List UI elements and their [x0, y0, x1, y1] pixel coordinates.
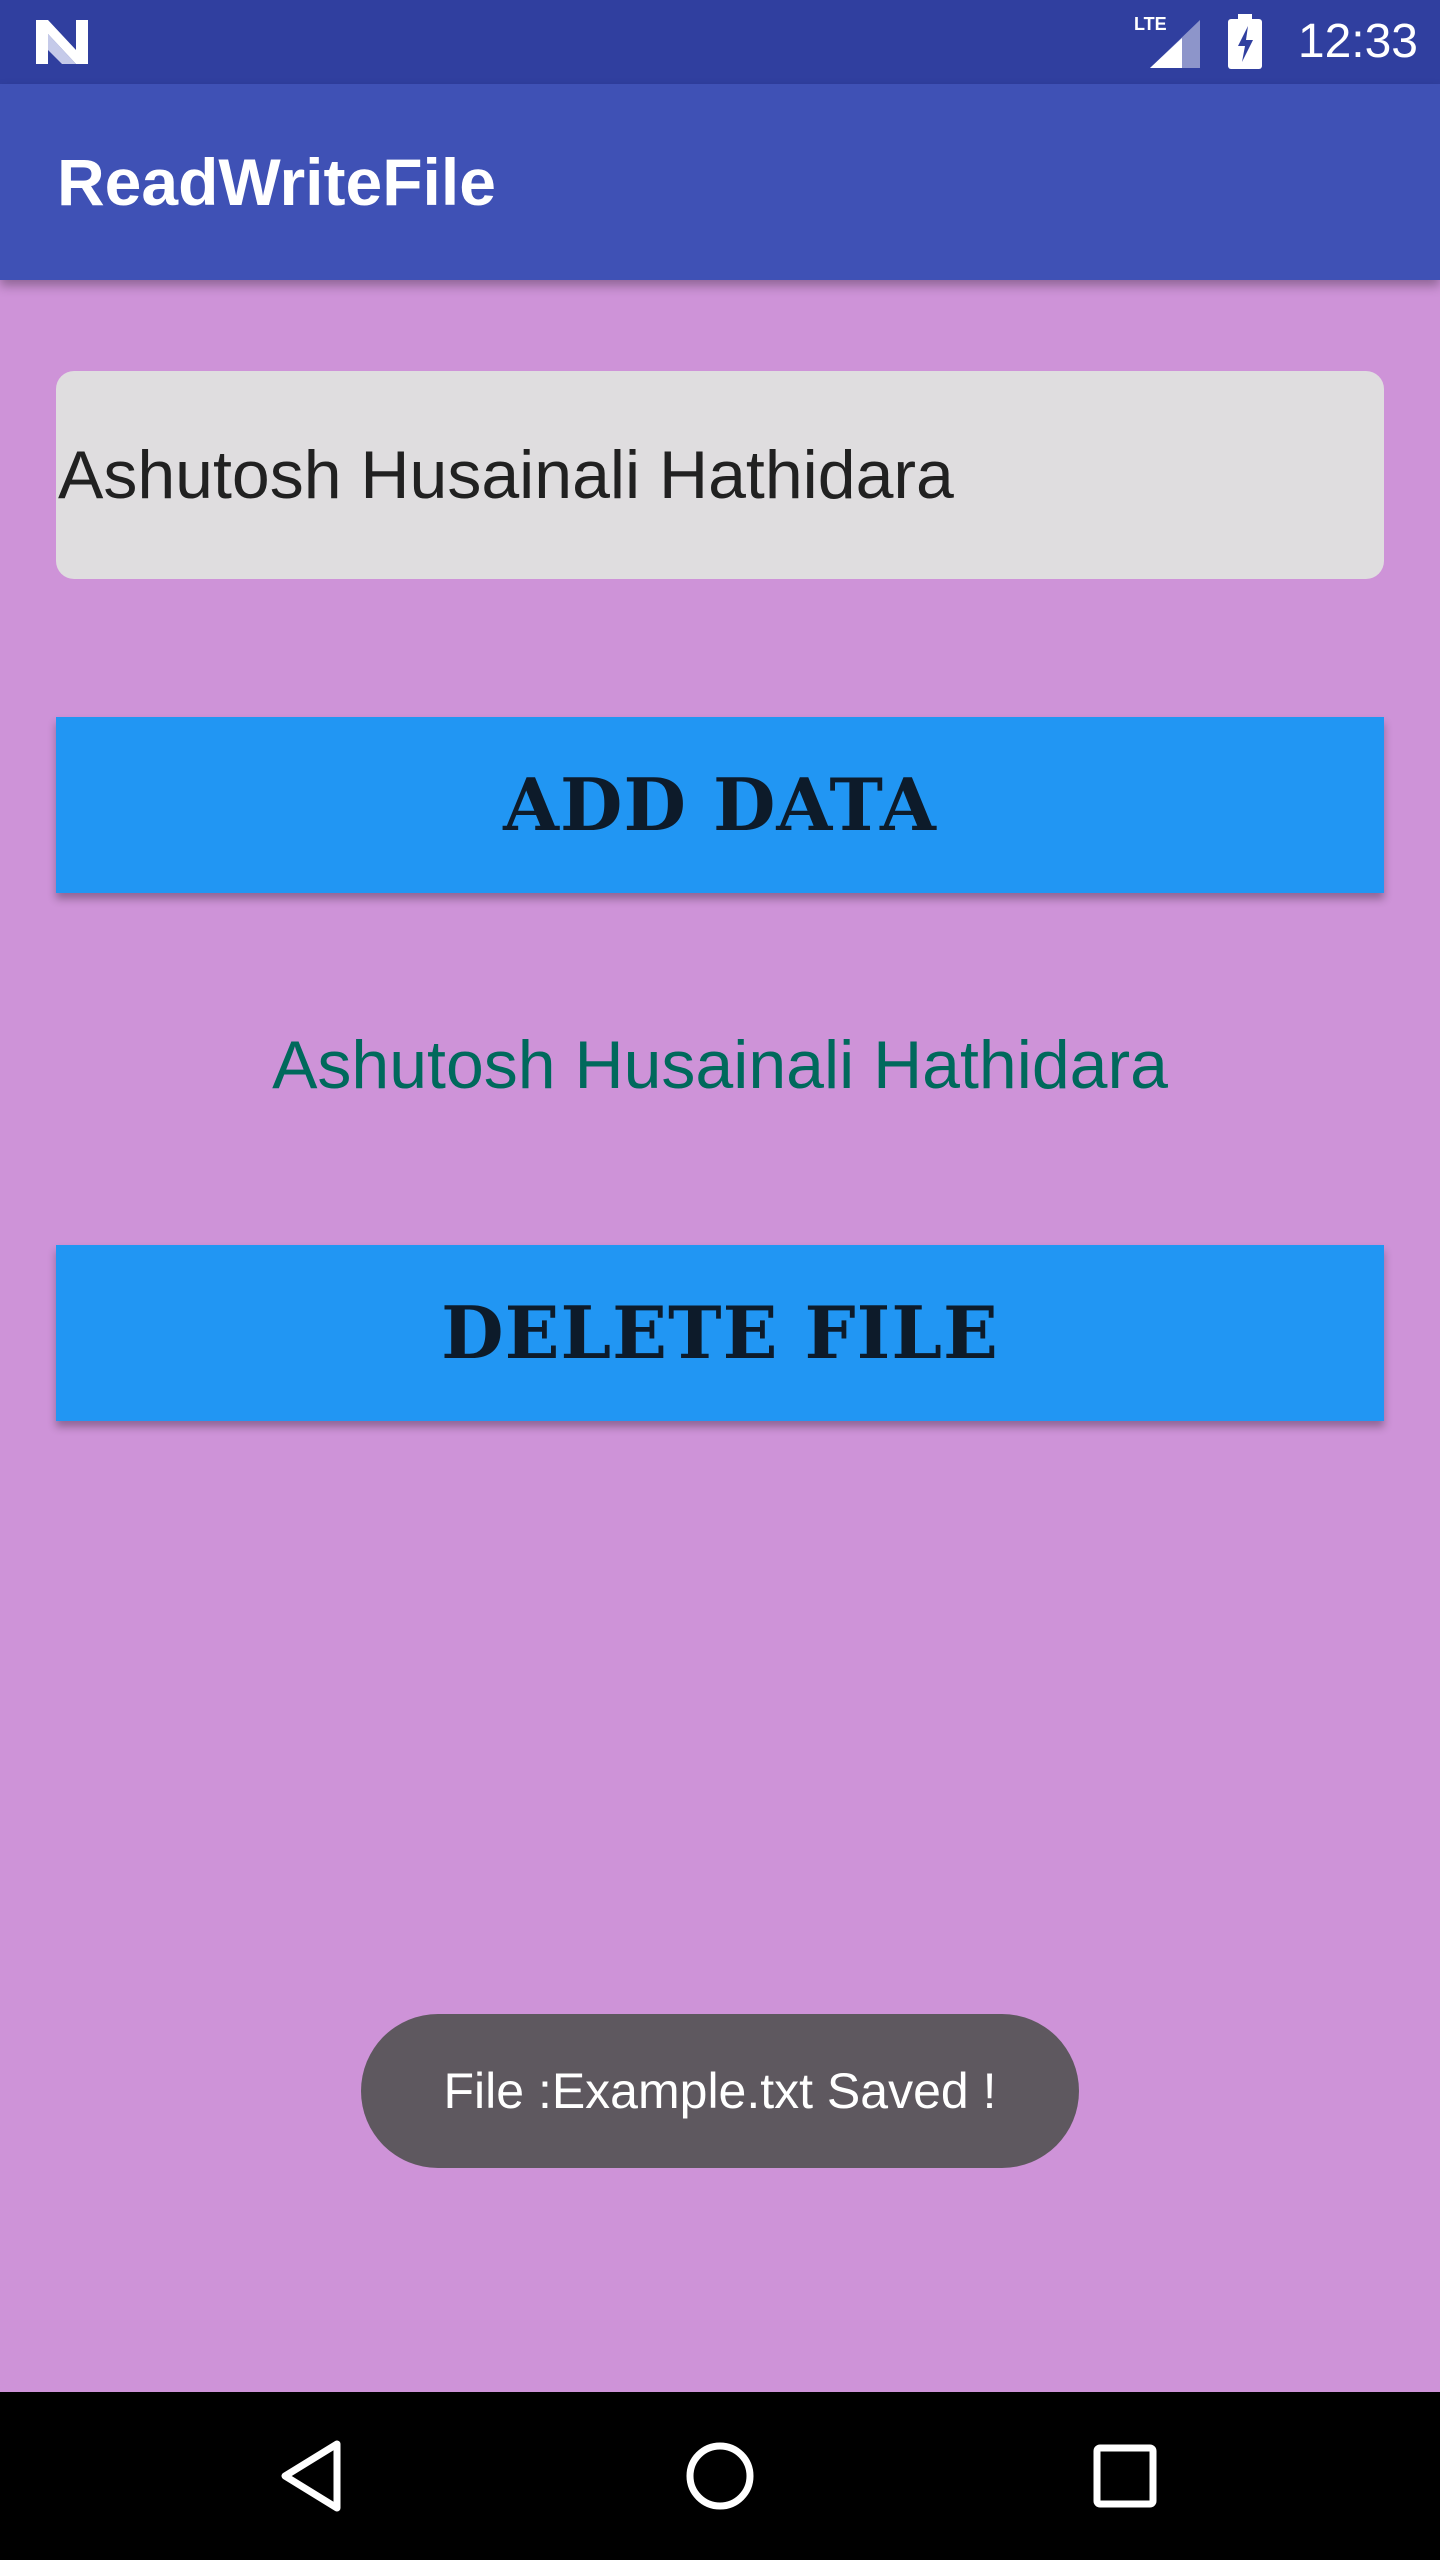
- app-title: ReadWriteFile: [57, 145, 496, 219]
- main-content: Ashutosh Husainali Hathidara ADD DATA As…: [0, 280, 1440, 2392]
- toast-message: File :Example.txt Saved !: [361, 2014, 1079, 2168]
- back-icon[interactable]: [265, 2426, 365, 2526]
- app-bar: ReadWriteFile: [0, 84, 1440, 280]
- navigation-bar: [0, 2392, 1440, 2560]
- android-n-icon: [36, 20, 88, 64]
- recents-icon[interactable]: [1075, 2426, 1175, 2526]
- add-data-button[interactable]: ADD DATA: [56, 717, 1384, 893]
- status-bar: LTE 12:33: [0, 0, 1440, 84]
- delete-file-button[interactable]: DELETE FILE: [56, 1245, 1384, 1421]
- lte-signal-icon: LTE: [1134, 14, 1200, 68]
- svg-text:LTE: LTE: [1134, 14, 1167, 34]
- output-text: Ashutosh Husainali Hathidara: [272, 1027, 1168, 1103]
- home-icon[interactable]: [670, 2426, 770, 2526]
- status-time: 12:33: [1297, 15, 1418, 68]
- name-input[interactable]: Ashutosh Husainali Hathidara: [56, 371, 1384, 579]
- battery-charging-icon: [1228, 14, 1262, 69]
